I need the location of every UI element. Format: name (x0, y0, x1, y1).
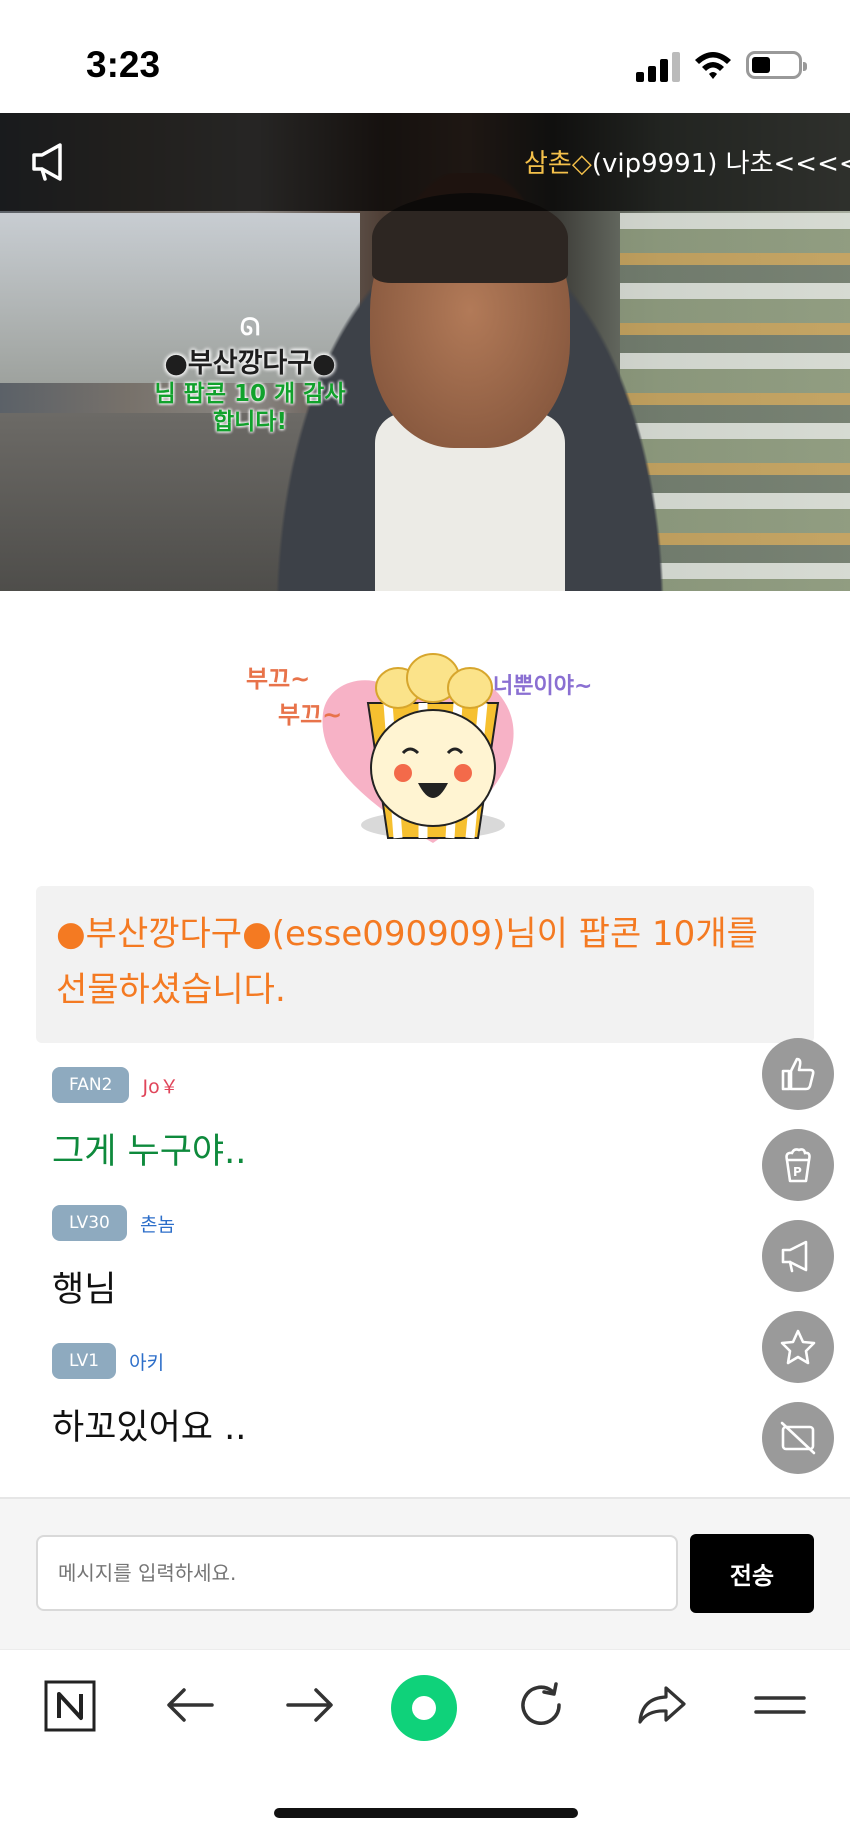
chat-username[interactable]: 아키 (129, 1348, 164, 1375)
chat-message: FAN2 Jo￥ 그게 누구야.. (52, 1067, 772, 1174)
wifi-icon (695, 52, 731, 79)
popcorn-icon: P (785, 1148, 811, 1183)
chat-text: 그게 누구야.. (52, 1132, 247, 1172)
donation-overlay: ᘏ ●부산깡다구● 님 팝콘 10 개 감사합니다! (150, 313, 350, 436)
screen-off-icon (780, 1421, 816, 1455)
status-bar: 3:23 (0, 0, 850, 113)
naver-home-icon[interactable] (44, 1680, 96, 1732)
cellular-signal-icon (636, 52, 680, 82)
back-arrow-icon[interactable] (160, 1680, 220, 1730)
home-indicator[interactable] (274, 1808, 578, 1818)
broadcast-notice-button[interactable] (762, 1220, 834, 1292)
notice-ticker: 삼촌◇(vip9991) 나초<<<<<<<세 (524, 143, 850, 180)
megaphone-icon (781, 1240, 808, 1273)
sticker-text-1: 부끄~ (246, 665, 310, 693)
megaphone-icon[interactable] (28, 139, 74, 185)
live-video[interactable]: ᘏ ●부산깡다구● 님 팝콘 10 개 감사합니다! 삼촌◇(vip9991) … (0, 113, 850, 591)
user-badge: LV1 (52, 1343, 117, 1379)
ticker-text: (vip9991) 나초<<<<<<<세 (591, 149, 850, 179)
menu-icon[interactable] (750, 1680, 810, 1730)
battery-icon (746, 51, 807, 79)
user-badge: LV30 (52, 1205, 127, 1241)
like-button[interactable] (762, 1038, 834, 1110)
overlay-message: 님 팝콘 10 개 감사합니다! (154, 381, 346, 435)
ticker-name: 삼촌◇ (524, 149, 592, 179)
popcorn-gift-button[interactable]: P (762, 1129, 834, 1201)
thumbs-up-icon (781, 1057, 815, 1091)
chat-username[interactable]: 촌놈 (140, 1210, 175, 1237)
message-input[interactable] (36, 1535, 678, 1611)
message-composer: 전송 (0, 1499, 850, 1649)
gift-notice-text: ●부산깡다구●(esse090909)님이 팝콘 10개를 선물하셨습니다. (56, 914, 758, 1010)
sticker-text-2: 부끄~ (278, 701, 342, 729)
overlay-sender: ●부산깡다구● (164, 348, 336, 379)
forward-arrow-icon[interactable] (280, 1680, 340, 1730)
chat-message: LV1 아키 하꼬있어요 .. (52, 1343, 772, 1450)
send-button[interactable]: 전송 (690, 1534, 814, 1613)
refresh-icon[interactable] (512, 1680, 572, 1730)
chat-text: 하꼬있어요 .. (52, 1408, 247, 1448)
green-dot-icon[interactable] (390, 1674, 458, 1742)
share-icon[interactable] (632, 1680, 692, 1730)
chat-username[interactable]: Jo￥ (142, 1072, 178, 1099)
star-icon (780, 1329, 816, 1365)
screen-off-button[interactable] (762, 1402, 834, 1474)
notice-ticker-bar: 삼촌◇(vip9991) 나초<<<<<<<세 (0, 113, 850, 211)
chat-text: 행님 (52, 1270, 117, 1310)
sticker-text-3: 너뿐이야~ (493, 674, 592, 699)
favorite-button[interactable] (762, 1311, 834, 1383)
status-time: 3:23 (86, 44, 161, 85)
svg-text:P: P (793, 1165, 802, 1179)
chat-message: LV30 촌놈 행님 (52, 1205, 772, 1312)
popcorn-sticker: 부끄~ 부끄~ 너뿐이야~ (246, 653, 592, 843)
user-badge: FAN2 (52, 1067, 130, 1103)
overlay-ghost-icon: ᘏ (240, 313, 260, 341)
gift-notice: ●부산깡다구●(esse090909)님이 팝콘 10개를 선물하셨습니다. (36, 886, 814, 1043)
